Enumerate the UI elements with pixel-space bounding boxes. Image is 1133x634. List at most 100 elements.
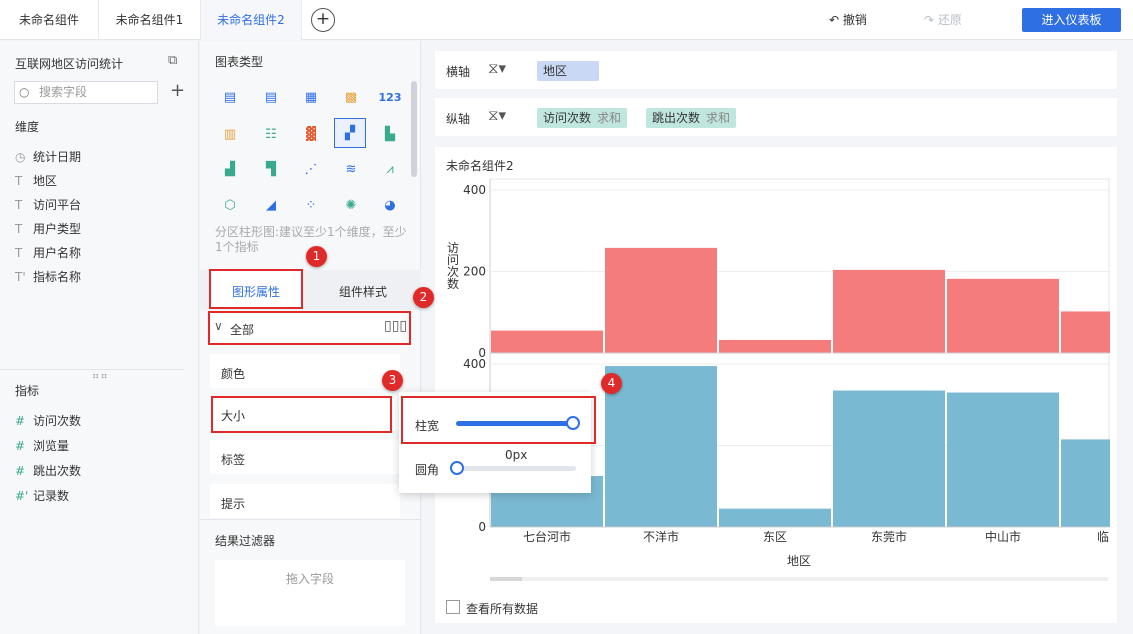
scatter-step-icon[interactable]: ⋰ [296, 155, 326, 183]
y-field-pill-1[interactable]: 跳出次数 求和 [646, 108, 737, 128]
partition-bar-icon[interactable]: ▞ [334, 118, 366, 148]
table-icon[interactable]: ▤ [215, 83, 245, 111]
measure-label: 指标 [15, 384, 40, 398]
text-field-icon: T [15, 246, 23, 260]
stacked-bar-icon[interactable]: ▜ [256, 155, 286, 183]
corner-radius-slider[interactable] [450, 461, 576, 475]
prop-color-label: 颜色 [221, 367, 246, 381]
show-all-checkbox[interactable] [446, 600, 460, 614]
field-label: 浏览量 [33, 439, 70, 453]
corner-radius-value: 0px [505, 448, 528, 462]
dimension-label: 维度 [15, 120, 40, 134]
multi-index-icon[interactable]: ☷ [256, 120, 286, 148]
y-field-pill-0[interactable]: 访问次数 求和 [537, 108, 628, 128]
scatter-icon[interactable]: ⁘ [296, 191, 326, 219]
text-field-icon: T [15, 222, 23, 236]
number-field-icon: # [15, 414, 26, 428]
dimension-field[interactable]: T' 指标名称 [15, 267, 81, 287]
combo-line-icon[interactable]: ⩘ [375, 155, 405, 183]
x-tick-label: 七台河市 [523, 529, 571, 544]
grid-number-icon[interactable]: ▥ [215, 120, 245, 148]
field-label: 访问平台 [33, 198, 82, 212]
annotation-box-3 [211, 396, 392, 433]
bar [833, 269, 945, 353]
bar-icon[interactable]: ▟ [215, 155, 245, 183]
x-axis-sort-icon[interactable]: ⧖▾ [488, 59, 506, 77]
divider [200, 519, 421, 520]
tab-component-1[interactable]: 未命名组件1 [99, 0, 201, 40]
bar [719, 339, 831, 353]
top-bar: 未命名组件 未命名组件1 未命名组件2 + ↶ 撤销 ↷ 还原 进入仪表板 [0, 0, 1133, 40]
search-box: ○ [14, 81, 158, 104]
dimension-field[interactable]: T 地区 [15, 171, 57, 191]
annotation-box-1 [209, 269, 303, 309]
number-field-icon: # [15, 439, 26, 453]
annotation-badge-2: 2 [413, 287, 434, 308]
field-panel: 互联网地区访问统计 ⧉ ○ + 维度 ◷ 统计日期 T 地区 T 访问平台 T 用户类型 T 用户… [0, 41, 199, 634]
add-tab-button[interactable]: + [311, 8, 335, 32]
x-tick-label: 东莞市 [871, 529, 907, 544]
dimension-field[interactable]: ◷ 统计日期 [15, 147, 81, 167]
text-field-icon: T [15, 198, 23, 212]
horizontal-scrollbar-track [490, 577, 1108, 581]
x-tick-label: 临 [1097, 530, 1109, 544]
undo-label: 撤销 [842, 13, 867, 27]
pie-icon[interactable]: ◕ [375, 191, 405, 219]
dimension-field[interactable]: T 用户类型 [15, 219, 81, 239]
prop-label-label: 标签 [221, 453, 246, 467]
cross-table-icon[interactable]: ▤ [256, 83, 286, 111]
add-field-icon[interactable]: + [170, 80, 185, 101]
bubble-icon[interactable]: ✺ [336, 191, 366, 219]
kpi-block-icon[interactable]: ▩ [336, 83, 366, 111]
result-filter-title: 结果过滤器 [215, 534, 276, 548]
bar [605, 247, 717, 353]
search-input[interactable] [39, 85, 154, 99]
redo-label: 还原 [937, 13, 962, 27]
undo-button[interactable]: ↶ 撤销 [829, 11, 867, 28]
search-icon: ○ [19, 85, 30, 99]
measure-field[interactable]: #' 记录数 [15, 486, 69, 506]
prop-tooltip-label: 提示 [221, 497, 246, 511]
redo-icon: ↷ [924, 13, 938, 27]
chart-type-scrollbar[interactable] [411, 81, 417, 177]
dimension-field[interactable]: T 用户名称 [15, 243, 81, 263]
redo-button[interactable]: ↷ 还原 [924, 11, 962, 28]
prop-tooltip[interactable]: 提示 [210, 484, 400, 518]
number-field-icon: #' [15, 489, 29, 503]
prop-label[interactable]: 标签 [210, 440, 400, 474]
corner-radius-label: 圆角 [415, 463, 440, 477]
enter-dashboard-button[interactable]: 进入仪表板 [1022, 8, 1121, 32]
field-label: 用户名称 [33, 246, 82, 260]
filter-drop-zone[interactable]: 拖入字段 [215, 560, 405, 626]
measure-field[interactable]: # 浏览量 [15, 436, 69, 456]
text-field-icon: T [15, 174, 23, 188]
date-field-icon: ◷ [15, 150, 26, 164]
number-icon[interactable]: 123 [375, 83, 405, 111]
dimension-field[interactable]: T 访问平台 [15, 195, 81, 215]
measure-field[interactable]: # 跳出次数 [15, 461, 81, 481]
x-field-name: 地区 [543, 64, 568, 78]
grouped-bar-icon[interactable]: ▙ [375, 120, 405, 148]
y-field-agg: 求和 [706, 111, 731, 125]
tab-component-2[interactable]: 未命名组件2 [201, 0, 302, 40]
y-axis-sort-icon[interactable]: ⧖▾ [488, 106, 506, 124]
measure-field[interactable]: # 访问次数 [15, 411, 81, 431]
prop-color[interactable]: 颜色 [210, 354, 400, 388]
x-axis-label: 横轴 [446, 65, 471, 79]
tab-component-0[interactable]: 未命名组件 [0, 0, 99, 40]
resize-handle[interactable]: ⠶⠶ [92, 371, 109, 382]
radar-icon[interactable]: ⬡ [215, 191, 245, 219]
corner-radius-thumb[interactable] [450, 461, 464, 475]
x-tick-label: 不洋市 [643, 529, 679, 544]
heatmap-icon[interactable]: ▓ [296, 120, 326, 148]
x-field-pill[interactable]: 地区 [537, 61, 599, 81]
bar [1061, 439, 1110, 527]
switch-dataset-icon[interactable]: ⧉ [168, 53, 177, 68]
tab-component-style[interactable]: 组件样式 [313, 270, 413, 308]
detail-table-icon[interactable]: ▦ [296, 83, 326, 111]
area-icon[interactable]: ◢ [256, 191, 286, 219]
bar [491, 330, 603, 353]
y-tick-label: 400 [463, 357, 486, 371]
number-field-icon: # [15, 464, 26, 478]
line-icon[interactable]: ≋ [336, 155, 366, 183]
